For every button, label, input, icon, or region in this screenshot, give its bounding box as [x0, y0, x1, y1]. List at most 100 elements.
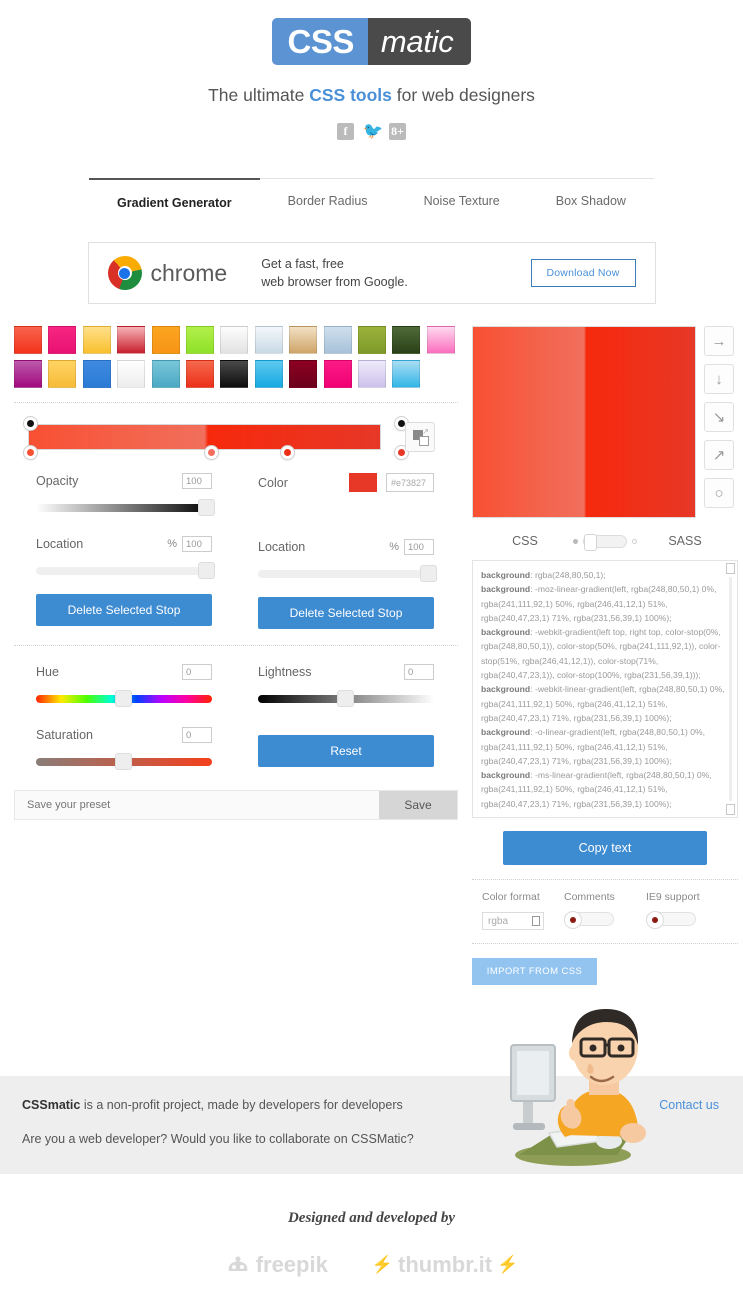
swatch-24[interactable] — [392, 360, 421, 389]
footer-line-2: Are you a web developer? Would you like … — [22, 1132, 414, 1146]
code-scrollbar[interactable] — [726, 563, 735, 815]
twitter-icon[interactable]: 🐦 — [363, 123, 383, 140]
tool-tabs: Gradient Generator Border Radius Noise T… — [0, 178, 743, 220]
ie9-toggle[interactable] — [646, 911, 696, 929]
color-stop-71[interactable] — [281, 446, 294, 460]
tab-noise-texture[interactable]: Noise Texture — [396, 178, 528, 220]
swatch-10[interactable] — [357, 326, 386, 354]
chrome-ad-banner[interactable]: chrome Get a fast, free web browser from… — [87, 242, 656, 304]
gradient-stop-editor[interactable] — [14, 417, 408, 460]
gradient-preview-bar[interactable] — [28, 424, 381, 451]
color-control-group: Color #e73827 Location % 100 Delete Sele… — [236, 473, 458, 630]
freepik-icon — [228, 1256, 247, 1271]
swatch-16[interactable] — [117, 360, 146, 389]
swatch-9[interactable] — [323, 326, 352, 354]
tab-box-shadow[interactable]: Box Shadow — [528, 178, 654, 220]
location-right-input[interactable]: 100 — [404, 539, 434, 556]
delete-selected-stop-left-button[interactable]: Delete Selected Stop — [36, 594, 212, 627]
divider — [14, 402, 458, 404]
direction-up-right[interactable]: ↗ — [704, 440, 734, 470]
opacity-slider[interactable] — [36, 499, 215, 517]
thumbrit-logo[interactable]: ⚡ thumbr.it ⚡ — [372, 1252, 518, 1278]
comments-label: Comments — [564, 891, 615, 903]
comments-toggle[interactable] — [564, 911, 614, 929]
swatch-1[interactable] — [48, 326, 77, 354]
tab-border-radius[interactable]: Border Radius — [260, 178, 396, 220]
swatch-8[interactable] — [289, 326, 318, 354]
color-hex-input[interactable]: #e73827 — [386, 473, 434, 493]
swatch-13[interactable] — [14, 360, 42, 389]
site-logo[interactable]: CSS matic — [271, 18, 472, 65]
swatch-6[interactable] — [220, 326, 249, 354]
swatch-17[interactable] — [151, 360, 180, 389]
location-left-slider[interactable] — [36, 562, 215, 580]
delete-selected-stop-right-button[interactable]: Delete Selected Stop — [258, 597, 434, 630]
page-header: CSS matic The ultimate CSS tools for web… — [0, 0, 743, 140]
preset-name-input[interactable] — [15, 791, 379, 820]
ie9-label: IE9 support — [646, 891, 700, 903]
swatch-3[interactable] — [117, 326, 146, 354]
hue-value-input[interactable]: 0 — [182, 664, 212, 681]
direction-right[interactable]: → — [704, 326, 734, 356]
save-preset-button[interactable]: Save — [379, 791, 457, 820]
sass-label[interactable]: SASS — [655, 534, 715, 548]
facebook-icon[interactable]: f — [337, 123, 354, 140]
freepik-logo[interactable]: freepik — [225, 1252, 328, 1278]
swatch-2[interactable] — [82, 326, 111, 354]
css-sass-toggle[interactable] — [573, 533, 637, 551]
direction-down[interactable]: ↓ — [704, 364, 734, 394]
opacity-value-input[interactable]: 100 — [182, 473, 212, 490]
swatch-4[interactable] — [151, 326, 180, 354]
location-right-unit: % — [389, 541, 399, 554]
saturation-value-input[interactable]: 0 — [182, 727, 212, 744]
footer-brand: CSSmatic — [22, 1098, 81, 1112]
color-format-select[interactable]: rgba — [482, 912, 544, 930]
tagline-highlight: CSS tools — [309, 85, 392, 105]
copy-text-button[interactable]: Copy text — [503, 831, 707, 865]
freepik-label: freepik — [255, 1252, 328, 1277]
toggle-track[interactable] — [583, 533, 627, 551]
reset-button[interactable]: Reset — [258, 735, 434, 768]
color-stop-50[interactable] — [205, 446, 218, 460]
swatch-22[interactable] — [323, 360, 352, 389]
preset-swatch-palette — [14, 326, 458, 389]
color-swatch-preview[interactable] — [349, 473, 377, 493]
googleplus-icon[interactable]: 8+ — [389, 123, 406, 140]
location-right-slider[interactable] — [258, 565, 437, 583]
swatch-19[interactable] — [220, 360, 249, 389]
css-label[interactable]: CSS — [495, 534, 555, 548]
developer-illustration — [510, 1009, 646, 1166]
duplicate-gradient-icon[interactable]: ↗ — [405, 422, 435, 453]
generated-code-box[interactable]: background: rgba(248,80,50,1); background… — [472, 560, 738, 818]
swatch-23[interactable] — [357, 360, 386, 389]
swatch-18[interactable] — [185, 360, 214, 389]
hue-slider[interactable] — [36, 690, 212, 708]
swatch-0[interactable] — [14, 326, 42, 354]
swatch-5[interactable] — [185, 326, 214, 354]
color-stop-0[interactable] — [24, 446, 37, 460]
scroll-down-button[interactable] — [726, 804, 735, 815]
saturation-slider[interactable] — [36, 753, 212, 771]
swatch-21[interactable] — [289, 360, 318, 389]
lightness-value-input[interactable]: 0 — [404, 664, 434, 681]
swatch-12[interactable] — [426, 326, 455, 354]
credits-section: Designed and developed by freepik ⚡ thum… — [0, 1210, 743, 1278]
main-content: ↗ Opacity 100 Location % 100 Delete Sele… — [0, 326, 743, 985]
scroll-up-button[interactable] — [726, 563, 735, 574]
contact-us-link[interactable]: Contact us — [659, 1098, 719, 1112]
thumbrit-label: thumbr.it — [398, 1252, 493, 1277]
location-left-input[interactable]: 100 — [182, 536, 212, 553]
divider-4 — [472, 943, 738, 944]
direction-down-right[interactable]: ↘ — [704, 402, 734, 432]
swatch-20[interactable] — [254, 360, 283, 389]
tab-gradient-generator[interactable]: Gradient Generator — [89, 178, 260, 220]
direction-radial[interactable]: ○ — [704, 478, 734, 508]
swatch-15[interactable] — [82, 360, 111, 389]
lightness-slider[interactable] — [258, 690, 434, 708]
import-from-css-button[interactable]: IMPORT FROM CSS — [472, 958, 597, 985]
swatch-14[interactable] — [48, 360, 77, 389]
swatch-7[interactable] — [254, 326, 283, 354]
download-now-button[interactable]: Download Now — [530, 259, 636, 287]
bolt-icon-right: ⚡ — [497, 1255, 519, 1274]
swatch-11[interactable] — [392, 326, 421, 354]
